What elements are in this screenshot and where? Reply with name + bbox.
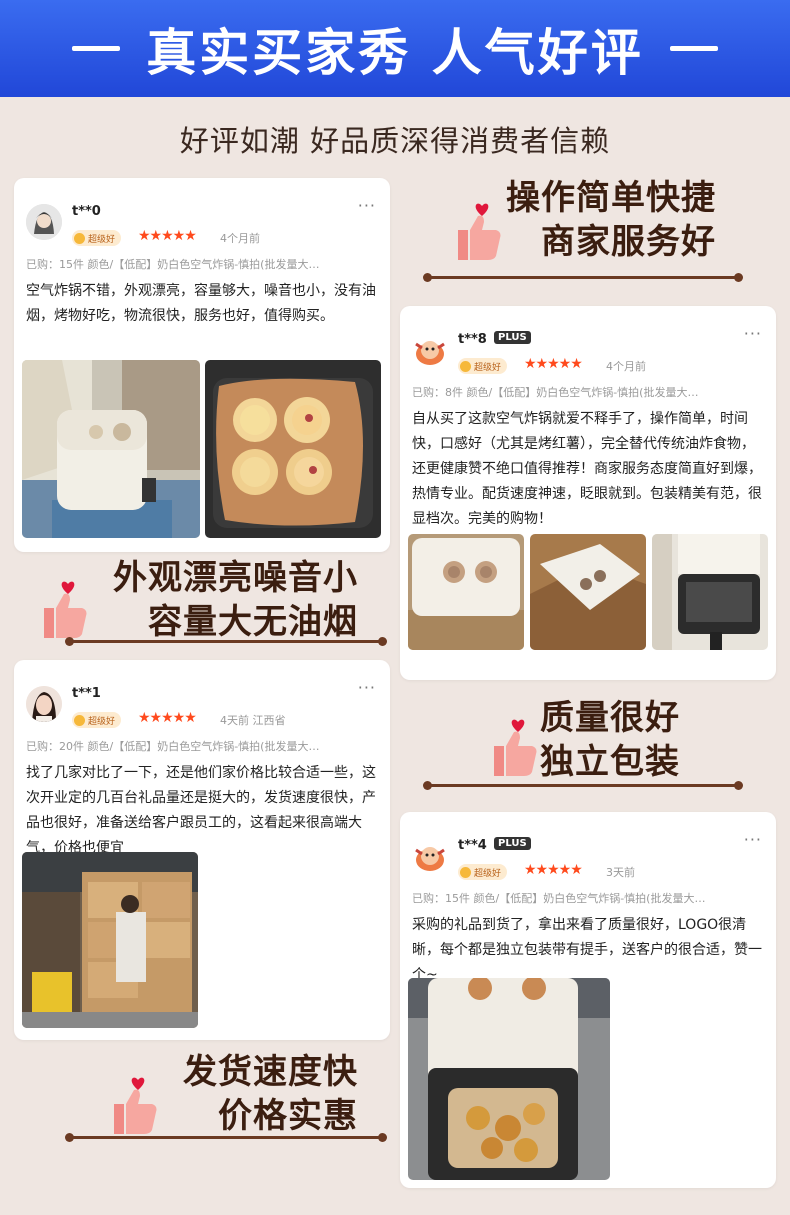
smile-icon <box>74 232 85 244</box>
review-time: 3天前 <box>606 866 635 879</box>
divider-line <box>423 781 743 790</box>
tag-line: 操作简单快捷 <box>506 178 716 218</box>
badge-label: 超级好 <box>474 868 502 879</box>
tag-line: 商家服务好 <box>541 222 716 262</box>
review-time: 4天前 江西省 <box>220 714 286 727</box>
review-time: 4个月前 <box>220 232 260 245</box>
star-rating: ★★★★★ <box>138 228 197 244</box>
divider-line <box>65 637 387 646</box>
divider-line <box>65 1133 387 1142</box>
star-rating: ★★★★★ <box>524 356 583 372</box>
banner-dash-right <box>669 46 718 51</box>
badge-label: 超级好 <box>88 234 116 245</box>
smile-icon <box>74 714 85 726</box>
review-text: 找了几家对比了一下，还是他们家价格比较合适一些，这次开业定的几百台礼品量还是挺大… <box>26 765 376 856</box>
reviewer-name: t**8 <box>458 332 487 347</box>
review-photo[interactable] <box>652 534 768 650</box>
purchase-meta: 已购：15件 颜色/【低配】奶白色空气炸锅-慎拍(批发量大… <box>26 258 320 271</box>
review-photo[interactable] <box>408 534 524 650</box>
banner-dash-left <box>72 46 121 51</box>
avatar <box>26 204 62 240</box>
badge-label: 超级好 <box>474 362 502 373</box>
smile-icon <box>460 866 471 878</box>
tag-line: 独立包装 <box>540 742 680 782</box>
review-time: 4个月前 <box>606 360 646 373</box>
review-card: t**4 PLUS ··· 超级好 ★★★★★ 3天前 已购：15件 颜色/【低… <box>400 812 776 1188</box>
tag-line: 发货速度快 <box>183 1052 358 1092</box>
more-dots-icon[interactable]: ··· <box>358 678 376 697</box>
tag-line: 容量大无油烟 <box>148 602 358 642</box>
smile-icon <box>460 360 471 372</box>
thumbs-up-heart-icon <box>100 1074 170 1144</box>
review-text: 自从买了这款空气炸锅就爱不释手了，操作简单，时间快，口感好（尤其是烤红薯），完全… <box>412 411 762 527</box>
star-rating: ★★★★★ <box>138 710 197 726</box>
reviewer-name: t**1 <box>72 686 101 701</box>
rating-badge: 超级好 <box>72 712 122 728</box>
rating-badge: 超级好 <box>458 358 508 374</box>
review-photo[interactable] <box>22 360 200 538</box>
feature-tag: 质量很好 独立包装 <box>540 696 696 784</box>
avatar <box>26 686 62 722</box>
purchase-meta: 已购：20件 颜色/【低配】奶白色空气炸锅-慎拍(批发量大… <box>26 740 320 753</box>
thumbs-up-heart-icon <box>30 578 100 648</box>
feature-tag: 操作简单快捷 商家服务好 <box>470 176 716 264</box>
review-photo[interactable] <box>530 534 646 650</box>
review-text: 采购的礼品到货了，拿出来看了质量很好，LOGO很清晰，每个都是独立包装带有提手，… <box>412 917 762 983</box>
more-dots-icon[interactable]: ··· <box>744 324 762 343</box>
tag-line: 外观漂亮噪音小 <box>113 558 358 598</box>
review-card: t**1 ··· 超级好 ★★★★★ 4天前 江西省 已购：20件 颜色/【低配… <box>14 660 390 1040</box>
more-dots-icon[interactable]: ··· <box>358 196 376 215</box>
tag-line: 价格实惠 <box>218 1096 358 1136</box>
tag-line: 质量很好 <box>540 698 680 738</box>
purchase-meta: 已购：15件 颜色/【低配】奶白色空气炸锅-慎拍(批发量大… <box>412 892 706 905</box>
divider-line <box>423 273 743 282</box>
review-card: t**8 PLUS ··· 超级好 ★★★★★ 4个月前 已购：8件 颜色/【低… <box>400 306 776 680</box>
rating-badge: 超级好 <box>458 864 508 880</box>
reviewer-name: t**4 <box>458 838 487 853</box>
review-text: 空气炸锅不错，外观漂亮，容量够大，噪音也小，没有油烟，烤物好吃，物流很快，服务也… <box>26 283 376 324</box>
avatar <box>412 332 448 368</box>
reviewer-name: t**0 <box>72 204 101 219</box>
header-banner: 真实买家秀 人气好评 <box>0 0 790 97</box>
rating-badge: 超级好 <box>72 230 122 246</box>
star-rating: ★★★★★ <box>524 862 583 878</box>
plus-badge: PLUS <box>494 837 531 850</box>
feature-tag: 发货速度快 价格实惠 <box>170 1050 358 1138</box>
plus-badge: PLUS <box>494 331 531 344</box>
more-dots-icon[interactable]: ··· <box>744 830 762 849</box>
badge-label: 超级好 <box>88 716 116 727</box>
avatar <box>412 838 448 874</box>
review-photo[interactable] <box>408 978 610 1180</box>
page-subtitle: 好评如潮 好品质深得消费者信赖 <box>179 124 611 158</box>
feature-tag: 外观漂亮噪音小 容量大无油烟 <box>100 556 358 644</box>
review-photo[interactable] <box>205 360 381 538</box>
page-title: 真实买家秀 人气好评 <box>146 23 644 82</box>
purchase-meta: 已购：8件 颜色/【低配】奶白色空气炸锅-慎拍(批发量大… <box>412 386 699 399</box>
review-photo[interactable] <box>22 852 198 1028</box>
review-card: t**0 ··· 超级好 ★★★★★ 4个月前 已购：15件 颜色/【低配】奶白… <box>14 178 390 552</box>
